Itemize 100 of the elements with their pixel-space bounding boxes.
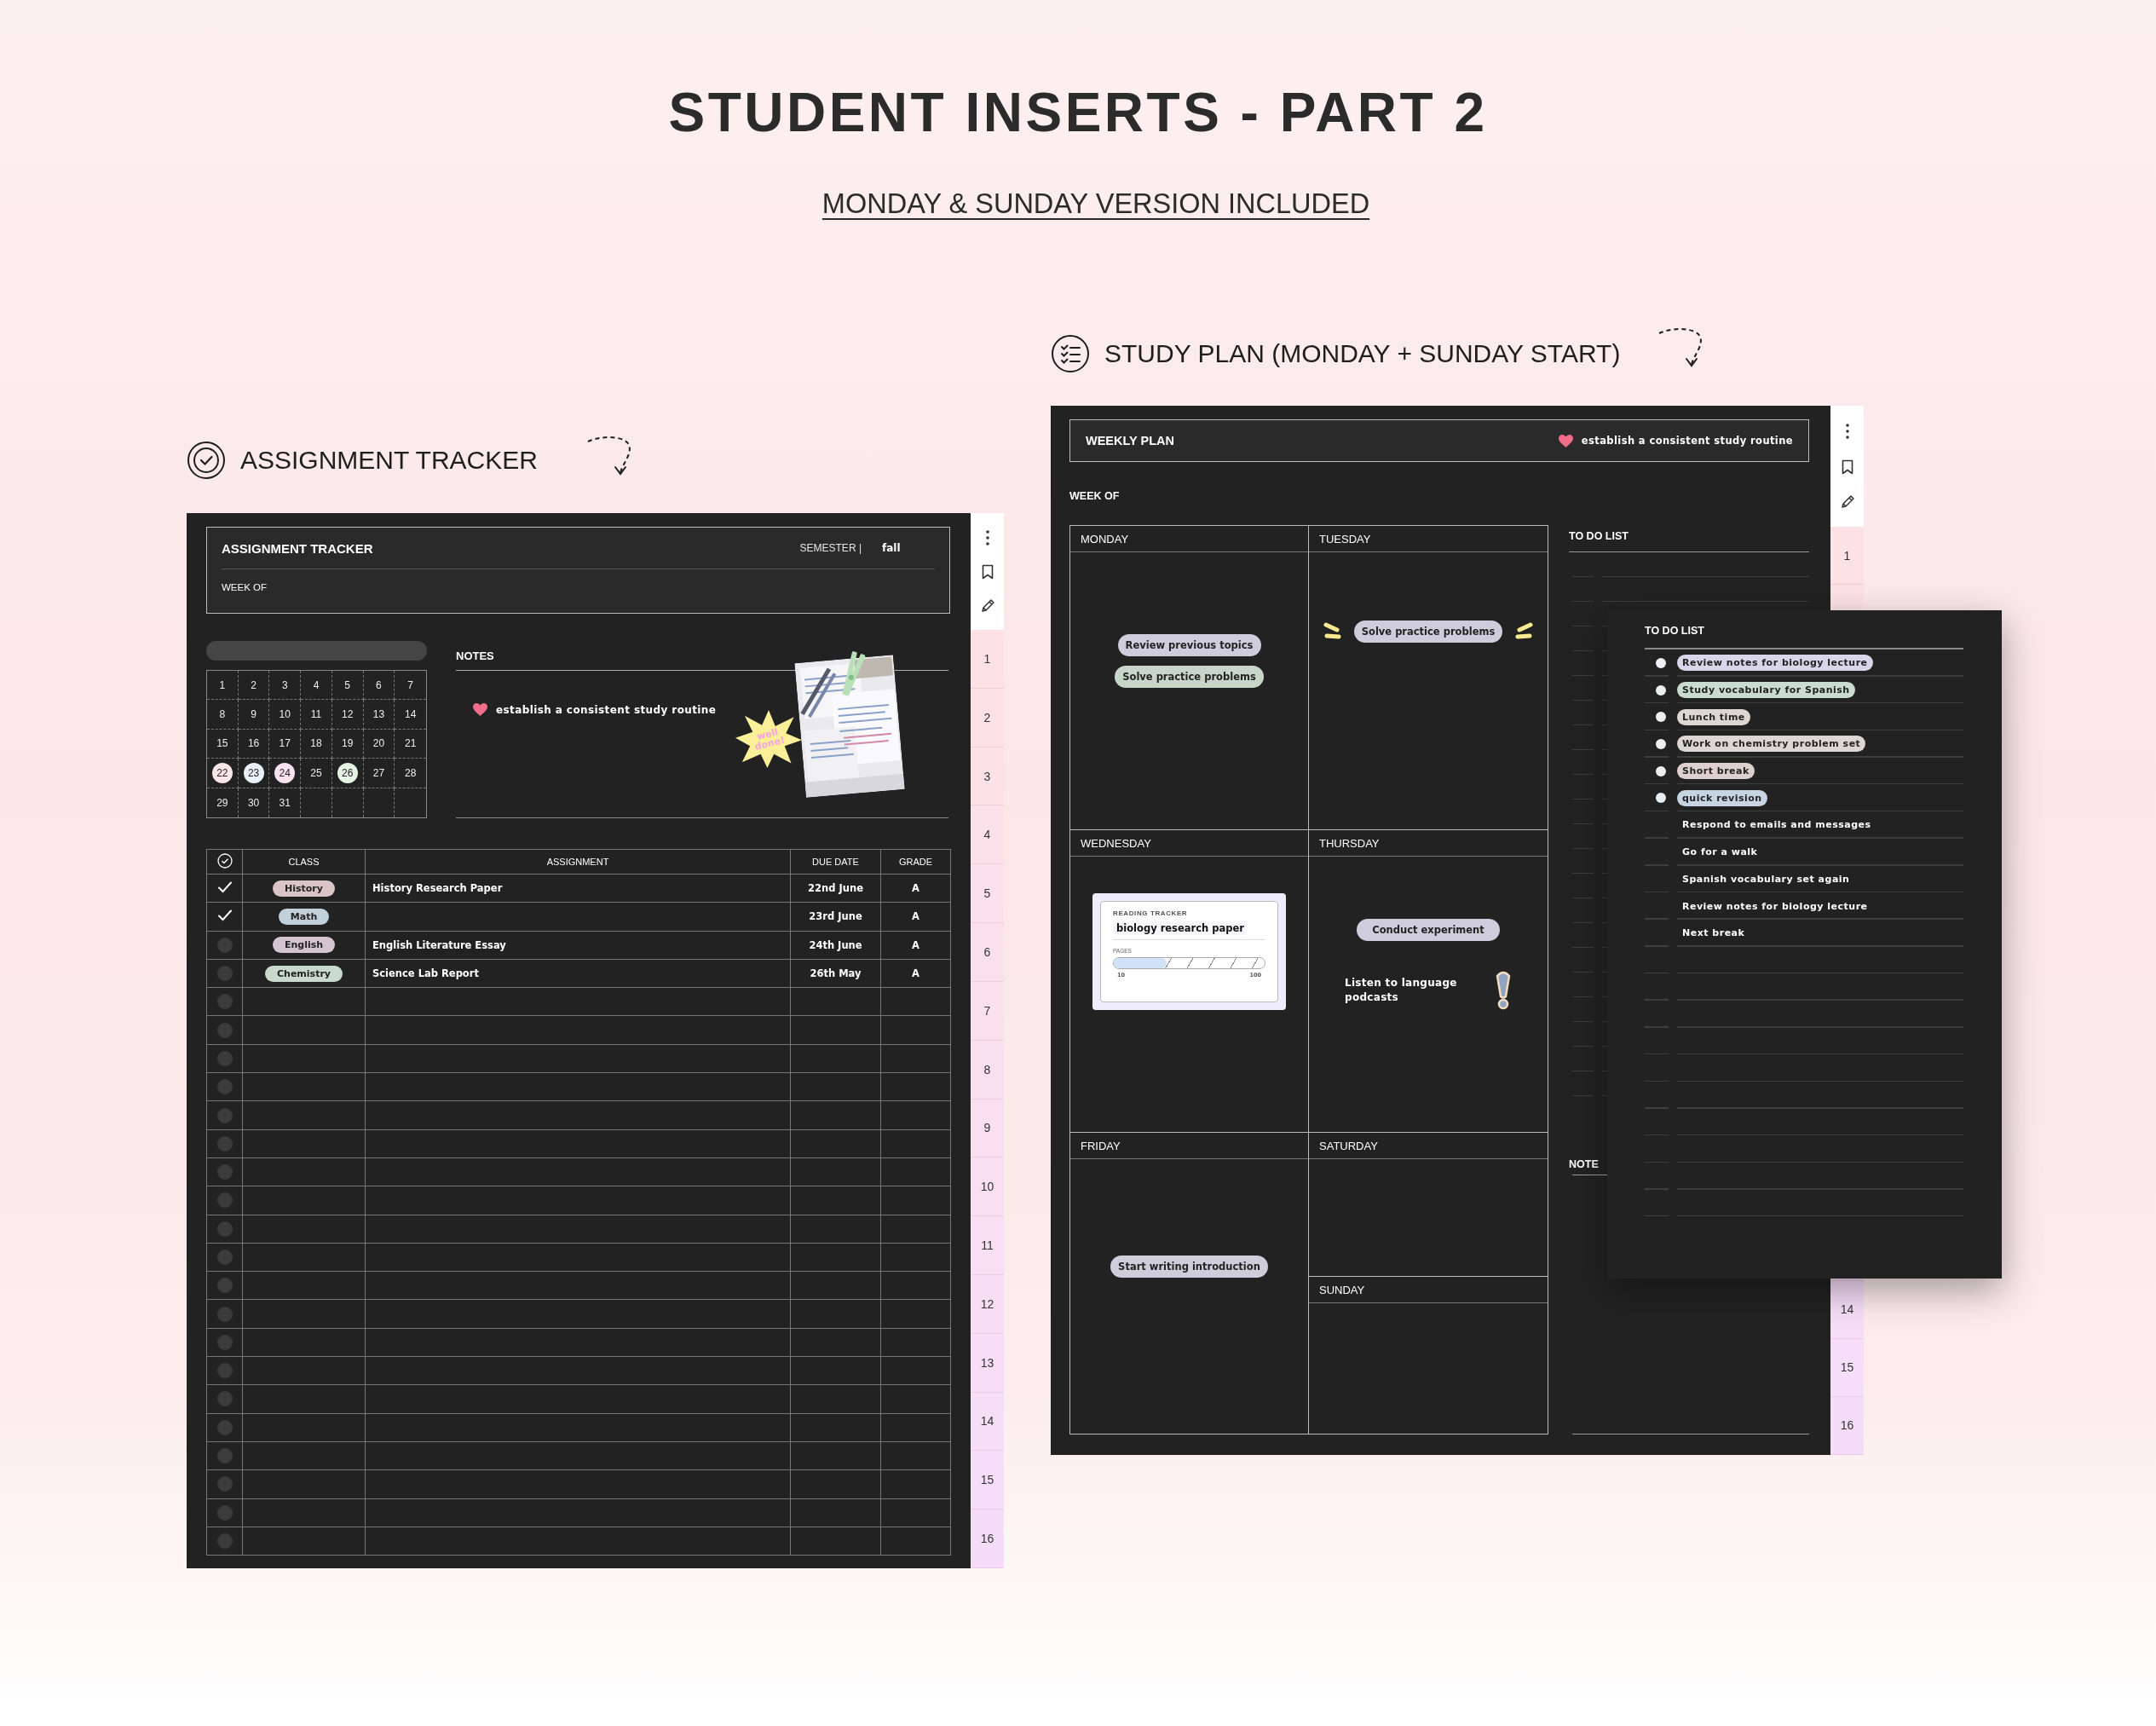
bullet-dot[interactable] — [1656, 738, 1666, 749]
bullet-dot[interactable] — [1656, 657, 1666, 668]
checkbox[interactable] — [216, 1079, 233, 1095]
checkbox[interactable] — [216, 1448, 233, 1464]
tab[interactable]: 1 — [1830, 527, 1864, 586]
calendar-day[interactable]: 24 — [274, 762, 296, 783]
tab[interactable]: 10 — [971, 1157, 1004, 1217]
tab[interactable]: 7 — [971, 981, 1004, 1041]
tab[interactable]: 3 — [971, 747, 1004, 806]
checkbox[interactable] — [216, 1278, 233, 1294]
checkbox[interactable] — [216, 1363, 233, 1379]
calendar-day[interactable]: 7 — [407, 678, 413, 691]
due-date: 22nd June — [808, 882, 863, 895]
calendar-day[interactable]: 2 — [251, 678, 257, 691]
tab[interactable]: 6 — [971, 923, 1004, 982]
checkbox[interactable] — [216, 1250, 233, 1265]
checkbox[interactable] — [216, 1476, 233, 1492]
tab[interactable]: 14 — [1830, 1280, 1864, 1339]
checkbox[interactable] — [216, 1050, 233, 1066]
tab[interactable]: 8 — [971, 1040, 1004, 1100]
pencil-icon — [1839, 494, 1855, 511]
calendar-day[interactable]: 11 — [310, 708, 322, 721]
checkbox[interactable] — [216, 994, 233, 1010]
tab[interactable] — [1830, 585, 1864, 611]
checkbox[interactable] — [216, 937, 233, 953]
calendar-day[interactable]: 18 — [310, 737, 322, 750]
due-date: 24th June — [809, 938, 862, 951]
grade: A — [912, 882, 919, 895]
column-header: ASSIGNMENT — [365, 849, 791, 875]
column-header: GRADE — [880, 849, 951, 875]
page-title: ASSIGNMENT TRACKER — [222, 540, 373, 556]
checkbox[interactable] — [216, 1334, 233, 1350]
day-label: SATURDAY — [1319, 1139, 1378, 1152]
calendar-day[interactable]: 1 — [219, 678, 226, 691]
tab[interactable]: 16 — [1830, 1396, 1864, 1455]
calendar-day[interactable]: 26 — [337, 762, 358, 783]
bullet-dot[interactable] — [1656, 793, 1666, 804]
calendar-day[interactable]: 29 — [216, 796, 228, 809]
tab[interactable]: 13 — [971, 1333, 1004, 1393]
checkbox[interactable] — [216, 1419, 233, 1435]
calendar-day[interactable]: 25 — [310, 766, 322, 779]
calendar-day[interactable]: 3 — [281, 678, 288, 691]
tab[interactable]: 4 — [971, 805, 1004, 865]
checkbox[interactable] — [216, 1306, 233, 1322]
calendar-day[interactable]: 28 — [404, 766, 417, 779]
bullet-dot[interactable] — [1656, 684, 1666, 696]
calendar-day[interactable]: 5 — [344, 678, 351, 691]
task-chip: Review previous topics — [1117, 634, 1261, 656]
todo-chip: quick revision — [1677, 789, 1767, 806]
class-tag: Math — [278, 908, 330, 925]
tab[interactable]: 12 — [971, 1274, 1004, 1334]
checkbox[interactable] — [216, 1164, 233, 1180]
checkbox[interactable] — [216, 1391, 233, 1407]
calendar-day[interactable]: 10 — [279, 708, 291, 721]
tab[interactable]: 14 — [971, 1392, 1004, 1452]
tab[interactable]: 15 — [971, 1451, 1004, 1510]
todo-text: Review notes for biology lecture — [1681, 900, 1868, 912]
calendar-day[interactable]: 17 — [279, 737, 291, 750]
calendar-day[interactable]: 14 — [404, 708, 417, 721]
checkbox[interactable] — [216, 1192, 233, 1209]
task-chip: Solve practice problems — [1115, 666, 1264, 688]
calendar-day[interactable]: 8 — [219, 708, 226, 721]
tab[interactable]: 15 — [1830, 1338, 1864, 1397]
calendar-day[interactable]: 16 — [247, 737, 260, 750]
calendar-day[interactable]: 30 — [247, 796, 260, 809]
bookmark-icon — [981, 564, 994, 580]
tab[interactable]: 1 — [971, 630, 1004, 689]
tab[interactable]: 16 — [971, 1510, 1004, 1568]
bullet-dot[interactable] — [1656, 765, 1666, 776]
calendar-day[interactable]: 13 — [372, 708, 385, 721]
todo-heading: TO DO LIST — [1645, 625, 1704, 637]
calendar-day[interactable]: 23 — [243, 762, 264, 783]
todo-text: Spanish vocabulary set again — [1681, 873, 1850, 885]
todo-chip: Study vocabulary for Spanish — [1677, 682, 1855, 699]
checkbox[interactable] — [216, 1221, 233, 1237]
tab[interactable]: 11 — [971, 1216, 1004, 1275]
calendar-day[interactable]: 9 — [251, 708, 257, 721]
calendar-day[interactable]: 21 — [404, 737, 417, 750]
calendar-day[interactable]: 15 — [216, 737, 228, 750]
calendar-day[interactable]: 4 — [313, 678, 320, 691]
due-date: 26th May — [810, 967, 862, 980]
checkbox[interactable] — [216, 1107, 233, 1123]
checkbox[interactable] — [216, 1504, 233, 1521]
checkbox[interactable] — [216, 1022, 233, 1038]
calendar-day[interactable]: 20 — [372, 737, 385, 750]
checkbox[interactable] — [216, 1533, 233, 1549]
calendar-day[interactable]: 19 — [342, 737, 354, 750]
grade: A — [912, 938, 919, 951]
checkbox[interactable] — [216, 966, 233, 982]
checkbox[interactable] — [216, 1135, 233, 1152]
calendar-day[interactable]: 27 — [372, 766, 385, 779]
calendar-day[interactable]: 31 — [279, 796, 291, 809]
calendar-day[interactable]: 12 — [342, 708, 354, 721]
tab[interactable]: 9 — [971, 1099, 1004, 1158]
calendar-day[interactable]: 22 — [211, 762, 233, 783]
tab[interactable]: 5 — [971, 864, 1004, 924]
class-tag: English — [272, 937, 336, 954]
bullet-dot[interactable] — [1656, 712, 1666, 723]
tab[interactable]: 2 — [971, 688, 1004, 748]
calendar-day[interactable]: 6 — [376, 678, 382, 691]
